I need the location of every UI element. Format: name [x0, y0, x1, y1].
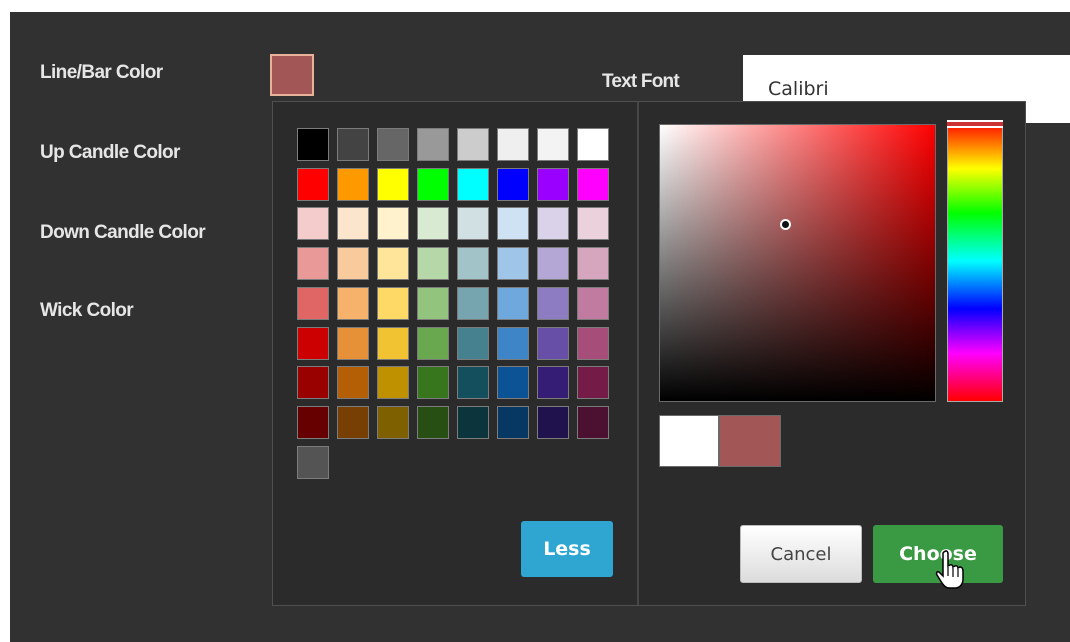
palette-swatch[interactable]: [497, 327, 529, 360]
hue-slider[interactable]: [947, 120, 1003, 402]
palette-swatch[interactable]: [337, 247, 369, 280]
palette-swatch[interactable]: [497, 207, 529, 240]
palette-swatch[interactable]: [577, 287, 609, 320]
palette-swatch[interactable]: [337, 207, 369, 240]
palette-swatch[interactable]: [457, 247, 489, 280]
palette-swatch[interactable]: [337, 406, 369, 439]
palette-swatch[interactable]: [377, 366, 409, 399]
palette-swatch[interactable]: [577, 207, 609, 240]
sv-cursor[interactable]: [780, 219, 791, 230]
palette-swatch[interactable]: [297, 366, 329, 399]
palette-swatch[interactable]: [377, 287, 409, 320]
palette-swatch[interactable]: [417, 366, 449, 399]
palette-swatch[interactable]: [577, 128, 609, 161]
palette-swatch[interactable]: [337, 168, 369, 201]
palette-swatch[interactable]: [457, 406, 489, 439]
palette-swatch[interactable]: [297, 168, 329, 201]
palette-swatch[interactable]: [297, 446, 329, 479]
palette-swatch[interactable]: [337, 366, 369, 399]
less-button[interactable]: Less: [521, 521, 613, 577]
saturation-value-area[interactable]: [659, 124, 936, 402]
palette-swatch[interactable]: [377, 128, 409, 161]
text-font-label: Text Font: [602, 71, 680, 92]
palette-swatch[interactable]: [377, 168, 409, 201]
wick-color-label: Wick Color: [40, 300, 134, 321]
up-candle-color-label: Up Candle Color: [40, 142, 180, 163]
palette-swatch[interactable]: [297, 287, 329, 320]
line-bar-color-swatch[interactable]: [270, 54, 314, 96]
palette-swatch[interactable]: [577, 168, 609, 201]
palette-swatch[interactable]: [537, 327, 569, 360]
palette-swatch[interactable]: [297, 327, 329, 360]
palette-swatch[interactable]: [377, 247, 409, 280]
palette-swatch[interactable]: [497, 366, 529, 399]
palette-swatch[interactable]: [457, 287, 489, 320]
hue-slider-handle[interactable]: [947, 120, 1003, 128]
palette-swatch[interactable]: [297, 207, 329, 240]
palette-swatch[interactable]: [457, 366, 489, 399]
palette-swatch[interactable]: [577, 366, 609, 399]
palette-swatch[interactable]: [457, 207, 489, 240]
hand-pointer-icon: [935, 550, 964, 589]
palette-swatch[interactable]: [497, 247, 529, 280]
palette-swatch[interactable]: [537, 207, 569, 240]
palette-swatch[interactable]: [537, 366, 569, 399]
palette-swatch[interactable]: [377, 207, 409, 240]
palette-swatch[interactable]: [497, 406, 529, 439]
palette-swatch[interactable]: [457, 128, 489, 161]
palette-swatch[interactable]: [497, 168, 529, 201]
palette-swatch[interactable]: [297, 247, 329, 280]
palette-swatch[interactable]: [297, 406, 329, 439]
palette-swatch[interactable]: [377, 327, 409, 360]
palette-swatch[interactable]: [577, 327, 609, 360]
palette-swatch[interactable]: [497, 287, 529, 320]
palette-swatch[interactable]: [337, 327, 369, 360]
palette-swatch[interactable]: [537, 287, 569, 320]
down-candle-color-label: Down Candle Color: [40, 222, 206, 243]
palette-swatch[interactable]: [577, 247, 609, 280]
palette-swatch[interactable]: [337, 287, 369, 320]
picker-divider: [637, 102, 639, 605]
color-picker-popup: Less Cancel Choose: [272, 101, 1026, 606]
palette-swatch[interactable]: [457, 168, 489, 201]
palette-swatch[interactable]: [417, 327, 449, 360]
new-color-preview: [659, 415, 719, 467]
palette-swatch[interactable]: [537, 406, 569, 439]
palette-swatch[interactable]: [377, 406, 409, 439]
palette-swatch[interactable]: [417, 207, 449, 240]
palette-swatch[interactable]: [417, 128, 449, 161]
palette-swatch[interactable]: [417, 168, 449, 201]
palette-swatch[interactable]: [417, 287, 449, 320]
palette-swatch[interactable]: [417, 247, 449, 280]
line-bar-color-label: Line/Bar Color: [40, 62, 163, 83]
chart-settings-panel: Line/Bar Color Up Candle Color Down Cand…: [10, 12, 1070, 642]
palette-swatch[interactable]: [537, 168, 569, 201]
palette-swatch[interactable]: [417, 406, 449, 439]
palette-swatch[interactable]: [537, 128, 569, 161]
cancel-button[interactable]: Cancel: [740, 525, 862, 583]
palette-swatch[interactable]: [577, 406, 609, 439]
palette-swatch[interactable]: [457, 327, 489, 360]
old-color-preview: [719, 415, 781, 467]
palette-swatch[interactable]: [497, 128, 529, 161]
palette-swatch[interactable]: [297, 128, 329, 161]
palette-swatch[interactable]: [537, 247, 569, 280]
palette-swatch[interactable]: [337, 128, 369, 161]
